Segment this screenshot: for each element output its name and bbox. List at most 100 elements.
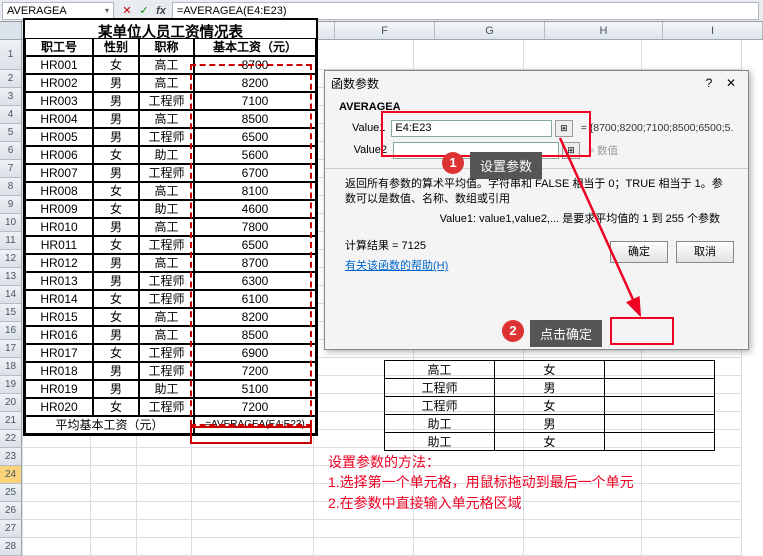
arg2-range-button[interactable]: ⊞ bbox=[562, 142, 580, 159]
col-header-f[interactable]: F bbox=[335, 22, 435, 39]
table-cell[interactable]: 5100 bbox=[194, 380, 316, 398]
cell[interactable] bbox=[192, 520, 314, 538]
table-cell[interactable]: HR004 bbox=[25, 110, 93, 128]
table-cell[interactable]: HR018 bbox=[25, 362, 93, 380]
row-header[interactable]: 23 bbox=[0, 448, 22, 466]
table-cell[interactable]: 女 bbox=[495, 397, 605, 415]
dropdown-icon[interactable]: ▾ bbox=[105, 6, 109, 15]
table-cell[interactable]: 工程师 bbox=[139, 362, 194, 380]
row-header[interactable]: 20 bbox=[0, 394, 22, 412]
arg1-range-button[interactable]: ⊞ bbox=[555, 120, 572, 137]
cell[interactable] bbox=[642, 466, 742, 484]
cell[interactable] bbox=[91, 448, 137, 466]
table-cell[interactable]: 女 bbox=[93, 56, 139, 74]
table-cell[interactable]: 女 bbox=[93, 290, 139, 308]
table-cell[interactable]: 女 bbox=[495, 433, 605, 451]
cell[interactable] bbox=[314, 40, 414, 70]
table-cell[interactable]: 女 bbox=[93, 398, 139, 416]
table-cell[interactable]: 6700 bbox=[194, 164, 316, 182]
table-cell[interactable]: HR011 bbox=[25, 236, 93, 254]
col-header-h[interactable]: H bbox=[545, 22, 663, 39]
row-header[interactable]: 25 bbox=[0, 484, 22, 502]
row-header[interactable]: 18 bbox=[0, 358, 22, 376]
cell[interactable] bbox=[192, 502, 314, 520]
table-cell[interactable]: 高工 bbox=[139, 110, 194, 128]
table-cell[interactable]: 8200 bbox=[194, 74, 316, 92]
table-cell[interactable]: 女 bbox=[93, 146, 139, 164]
row-header[interactable]: 15 bbox=[0, 304, 22, 322]
cell[interactable] bbox=[23, 466, 91, 484]
table-cell[interactable]: HR010 bbox=[25, 218, 93, 236]
cell[interactable] bbox=[137, 538, 192, 556]
table-cell[interactable]: 6500 bbox=[194, 128, 316, 146]
table-cell[interactable]: HR001 bbox=[25, 56, 93, 74]
row-header[interactable]: 13 bbox=[0, 268, 22, 286]
table-cell[interactable]: 助工 bbox=[139, 380, 194, 398]
row-header[interactable]: 1 bbox=[0, 40, 22, 70]
cell[interactable] bbox=[642, 484, 742, 502]
cancel-icon[interactable]: ✕ bbox=[120, 4, 134, 18]
table-cell[interactable]: 工程师 bbox=[139, 290, 194, 308]
cell[interactable] bbox=[137, 484, 192, 502]
row-header[interactable]: 12 bbox=[0, 250, 22, 268]
table-cell[interactable]: 高工 bbox=[139, 308, 194, 326]
table-cell[interactable]: 高工 bbox=[139, 56, 194, 74]
row-header[interactable]: 22 bbox=[0, 430, 22, 448]
cell[interactable] bbox=[642, 538, 742, 556]
table-cell[interactable]: HR015 bbox=[25, 308, 93, 326]
table-cell[interactable]: HR008 bbox=[25, 182, 93, 200]
table-cell[interactable]: 7200 bbox=[194, 398, 316, 416]
cell[interactable] bbox=[314, 520, 414, 538]
table-cell[interactable]: 男 bbox=[93, 380, 139, 398]
cell[interactable] bbox=[23, 448, 91, 466]
row-header[interactable]: 9 bbox=[0, 196, 22, 214]
table-cell[interactable]: 6500 bbox=[194, 236, 316, 254]
table-cell[interactable]: 男 bbox=[93, 254, 139, 272]
table-cell[interactable]: 男 bbox=[93, 110, 139, 128]
table-cell[interactable]: 6100 bbox=[194, 290, 316, 308]
row-header[interactable]: 6 bbox=[0, 142, 22, 160]
table-cell[interactable]: 工程师 bbox=[385, 379, 495, 397]
table-cell[interactable]: 男 bbox=[93, 128, 139, 146]
cell[interactable] bbox=[642, 502, 742, 520]
ok-button[interactable]: 确定 bbox=[610, 241, 668, 263]
table-cell[interactable]: 高工 bbox=[139, 218, 194, 236]
table-cell[interactable]: HR002 bbox=[25, 74, 93, 92]
table-cell[interactable]: 工程师 bbox=[139, 164, 194, 182]
row-header[interactable]: 7 bbox=[0, 160, 22, 178]
cell[interactable] bbox=[192, 448, 314, 466]
table-cell[interactable] bbox=[605, 433, 715, 451]
row-header[interactable]: 24 bbox=[0, 466, 22, 484]
select-all-corner[interactable] bbox=[0, 22, 22, 39]
cell[interactable] bbox=[414, 538, 524, 556]
cell[interactable] bbox=[137, 502, 192, 520]
cell[interactable] bbox=[192, 484, 314, 502]
table-cell[interactable]: HR006 bbox=[25, 146, 93, 164]
table-cell[interactable]: 工程师 bbox=[139, 92, 194, 110]
cell[interactable] bbox=[91, 502, 137, 520]
row-header[interactable]: 11 bbox=[0, 232, 22, 250]
table-cell[interactable] bbox=[605, 361, 715, 379]
table-cell[interactable]: 7800 bbox=[194, 218, 316, 236]
row-header[interactable]: 19 bbox=[0, 376, 22, 394]
row-header[interactable]: 26 bbox=[0, 502, 22, 520]
table-cell[interactable]: 女 bbox=[93, 200, 139, 218]
row-header[interactable]: 28 bbox=[0, 538, 22, 556]
table-cell[interactable]: HR005 bbox=[25, 128, 93, 146]
cell[interactable] bbox=[91, 484, 137, 502]
cell[interactable] bbox=[137, 520, 192, 538]
cell[interactable] bbox=[642, 520, 742, 538]
table-cell[interactable]: 助工 bbox=[385, 433, 495, 451]
dialog-titlebar[interactable]: 函数参数 ? ✕ bbox=[325, 71, 748, 95]
close-icon[interactable]: ✕ bbox=[720, 76, 742, 90]
cell[interactable] bbox=[91, 466, 137, 484]
table-cell[interactable]: HR003 bbox=[25, 92, 93, 110]
table-cell[interactable]: 高工 bbox=[139, 182, 194, 200]
cell[interactable] bbox=[23, 484, 91, 502]
arg1-input[interactable] bbox=[391, 120, 552, 137]
table-cell[interactable]: HR017 bbox=[25, 344, 93, 362]
table-cell[interactable]: 男 bbox=[93, 164, 139, 182]
table-cell[interactable]: HR012 bbox=[25, 254, 93, 272]
row-header[interactable]: 10 bbox=[0, 214, 22, 232]
cell[interactable] bbox=[314, 538, 414, 556]
